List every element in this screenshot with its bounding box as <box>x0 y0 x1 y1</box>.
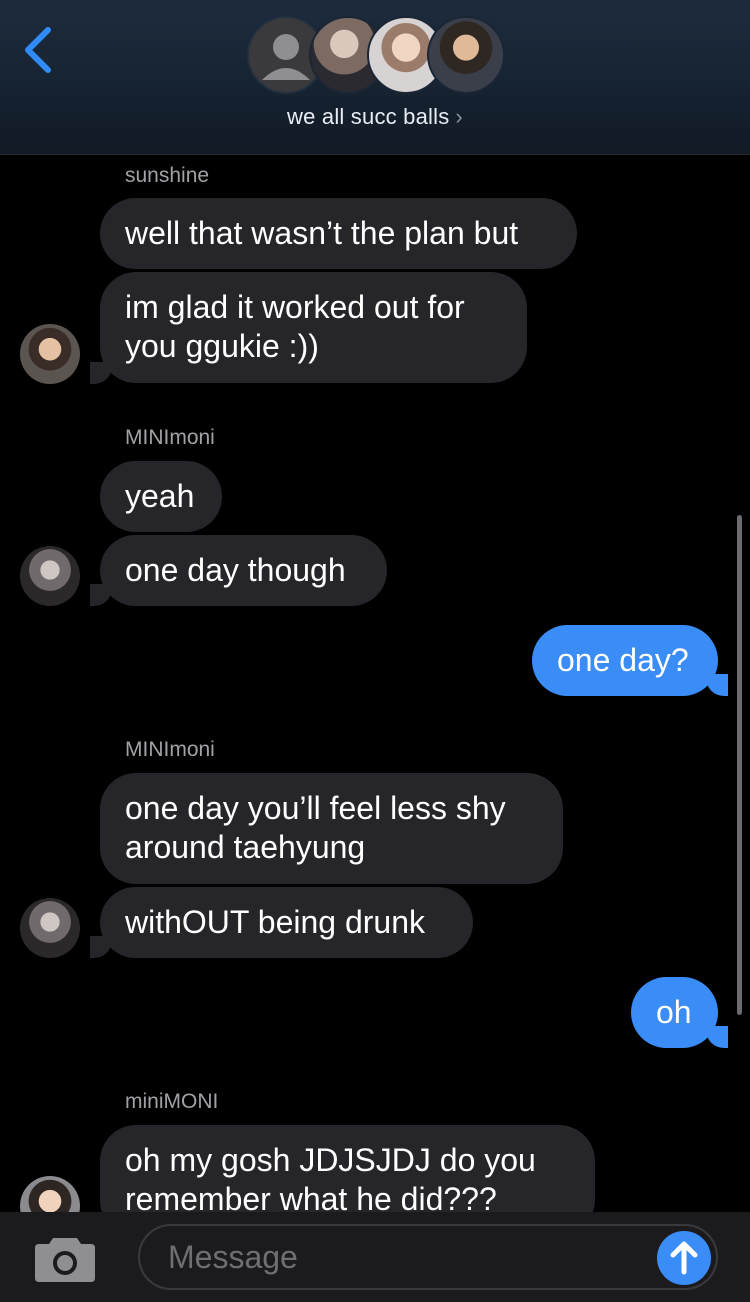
group-name: we all succ balls <box>287 104 450 129</box>
outgoing-message[interactable]: one day? <box>532 625 718 696</box>
arrow-up-icon <box>670 1241 698 1275</box>
group-name-link[interactable]: we all succ balls › <box>0 104 750 130</box>
camera-button[interactable] <box>33 1234 97 1284</box>
avatar <box>20 898 80 958</box>
sender-name: MINImoni <box>125 738 215 761</box>
message-composer <box>0 1212 750 1302</box>
message-input[interactable] <box>138 1224 718 1290</box>
member-avatar-3 <box>427 16 505 94</box>
incoming-message[interactable]: yeah <box>100 461 222 532</box>
incoming-message[interactable]: withOUT being drunk <box>100 887 473 958</box>
incoming-message[interactable]: im glad it worked out for you ggukie :)) <box>100 272 527 383</box>
chevron-left-icon <box>25 27 51 73</box>
chevron-right-icon: › <box>455 104 463 129</box>
group-avatars[interactable] <box>247 16 507 96</box>
incoming-message[interactable]: one day you’ll feel less shy around taeh… <box>100 773 563 884</box>
sender-name: MINImoni <box>125 426 215 449</box>
camera-icon <box>35 1238 95 1282</box>
send-button[interactable] <box>657 1231 711 1285</box>
sender-name: sunshine <box>125 164 210 187</box>
sender-name: miniMONI <box>125 1090 219 1113</box>
avatar <box>20 324 80 384</box>
avatar <box>20 546 80 606</box>
conversation-header: we all succ balls › <box>0 0 750 155</box>
incoming-message[interactable]: well that wasn’t the plan but <box>100 198 577 269</box>
incoming-message[interactable]: one day though <box>100 535 387 606</box>
scrollbar[interactable] <box>737 515 742 1015</box>
back-button[interactable] <box>14 20 64 80</box>
outgoing-message[interactable]: oh <box>631 977 718 1048</box>
